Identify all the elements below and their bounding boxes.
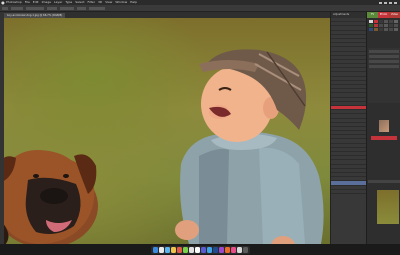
option-control[interactable] xyxy=(47,6,57,10)
swatches-panel xyxy=(368,19,400,32)
status-icons xyxy=(379,1,400,4)
app-icon[interactable] xyxy=(224,246,230,253)
macos-dock xyxy=(0,244,400,255)
property-row[interactable] xyxy=(369,55,399,58)
tab-tv[interactable]: TV xyxy=(367,12,378,18)
right-dock-tabs: TV Photo Video xyxy=(367,12,400,18)
finder-icon[interactable] xyxy=(152,246,158,253)
swatch[interactable] xyxy=(389,24,393,27)
tool-preset-button[interactable] xyxy=(2,6,8,10)
notes-icon[interactable] xyxy=(170,246,176,253)
document-tab[interactable]: boy-and-boxer-dog-1.jpg @ 66.7% (RGB/8) xyxy=(4,12,66,18)
calendar-icon[interactable] xyxy=(176,246,182,253)
swatch[interactable] xyxy=(374,20,378,23)
app-icon[interactable] xyxy=(218,246,224,253)
swatch[interactable] xyxy=(389,20,393,23)
app-icon[interactable] xyxy=(200,246,206,253)
swatch[interactable] xyxy=(384,20,388,23)
swatch[interactable] xyxy=(374,28,378,31)
trash-icon[interactable] xyxy=(242,246,248,253)
properties-panel xyxy=(368,48,400,103)
app-icon[interactable] xyxy=(230,246,236,253)
swatch[interactable] xyxy=(394,24,398,27)
options-bar xyxy=(0,5,400,12)
right-dock: TV Photo Video xyxy=(366,12,400,244)
swatch[interactable] xyxy=(379,20,383,23)
option-control[interactable] xyxy=(89,6,105,10)
swatch[interactable] xyxy=(394,28,398,31)
launchpad-icon[interactable] xyxy=(158,246,164,253)
boxer-dog-image xyxy=(4,150,98,244)
swatch[interactable] xyxy=(394,20,398,23)
panel-list-item[interactable] xyxy=(331,190,367,194)
property-row[interactable] xyxy=(369,60,399,63)
layer-selected[interactable] xyxy=(371,136,397,140)
child-image xyxy=(175,49,324,244)
layer-thumbnail[interactable] xyxy=(379,120,389,132)
swatch[interactable] xyxy=(369,28,373,31)
spotlight-icon[interactable] xyxy=(394,1,397,4)
tab-photo[interactable]: Photo xyxy=(378,12,389,18)
dock-apps xyxy=(150,245,250,254)
clock-icon[interactable] xyxy=(389,1,392,4)
property-row[interactable] xyxy=(369,65,399,68)
option-control[interactable] xyxy=(77,6,86,10)
app-icon[interactable] xyxy=(236,246,242,253)
adjustments-panel: Adjustments xyxy=(330,12,367,244)
swatch[interactable] xyxy=(379,24,383,27)
safari-icon[interactable] xyxy=(164,246,170,253)
swatch[interactable] xyxy=(384,28,388,31)
swatch-grid xyxy=(368,19,400,32)
swatch[interactable] xyxy=(389,28,393,31)
swatch[interactable] xyxy=(384,24,388,27)
tab-video[interactable]: Video xyxy=(389,12,400,18)
swatch[interactable] xyxy=(369,24,373,27)
property-row[interactable] xyxy=(369,50,399,53)
swatch[interactable] xyxy=(379,28,383,31)
wifi-icon[interactable] xyxy=(379,1,382,4)
photoshop-icon[interactable] xyxy=(212,246,218,253)
swatch[interactable] xyxy=(374,24,378,27)
navigator-header xyxy=(368,180,400,183)
battery-icon[interactable] xyxy=(384,1,387,4)
option-control[interactable] xyxy=(60,6,74,10)
messages-icon[interactable] xyxy=(182,246,188,253)
image-canvas[interactable] xyxy=(4,18,330,244)
option-control[interactable] xyxy=(11,6,23,10)
photos-icon[interactable] xyxy=(188,246,194,253)
option-control[interactable] xyxy=(26,6,44,10)
panel-list xyxy=(331,18,367,194)
swatch[interactable] xyxy=(369,20,373,23)
navigator-preview[interactable] xyxy=(377,190,399,224)
chrome-icon[interactable] xyxy=(194,246,200,253)
app-icon[interactable] xyxy=(206,246,212,253)
